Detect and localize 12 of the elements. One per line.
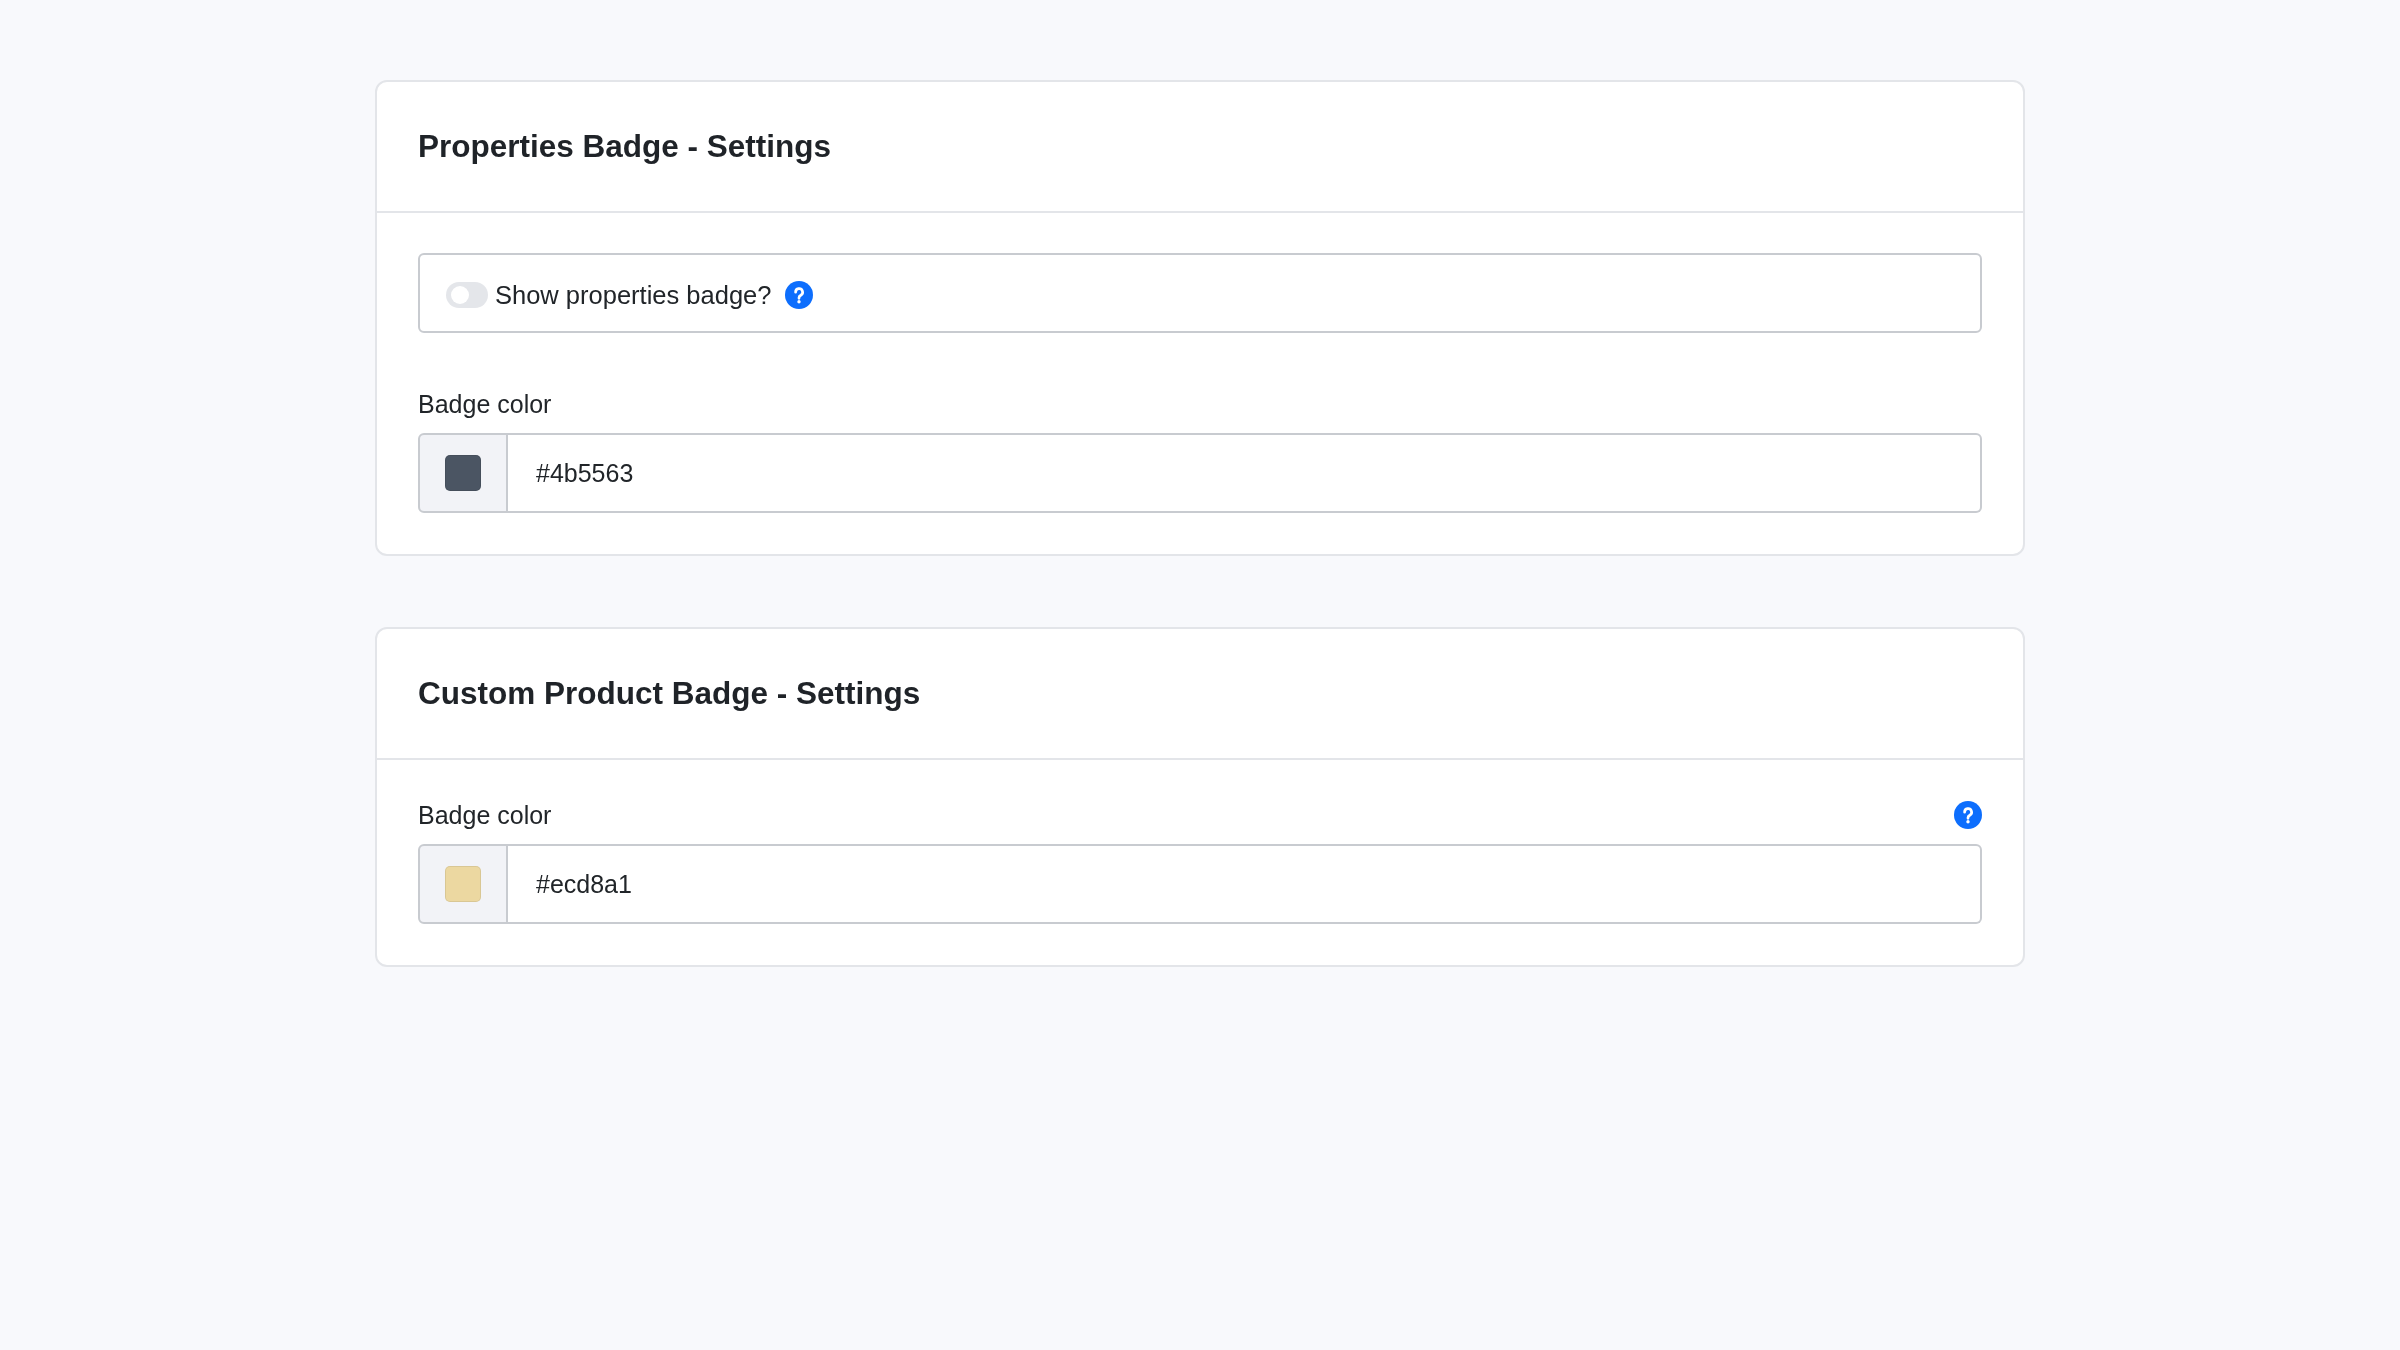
field-label: Badge color [418, 800, 552, 830]
toggle-switch[interactable] [446, 281, 488, 308]
card-title: Custom Product Badge - Settings [418, 674, 921, 713]
hex-input-field[interactable]: #4b5563 [508, 433, 1982, 513]
help-icon[interactable] [1954, 801, 1982, 829]
color-picker-button[interactable] [418, 844, 508, 924]
field-label: Badge color [418, 389, 552, 419]
help-icon[interactable] [785, 280, 814, 309]
toggle-label: Show properties badge? [495, 279, 772, 310]
hex-input-field[interactable]: #ecd8a1 [508, 844, 1982, 924]
card-title: Properties Badge - Settings [418, 127, 832, 166]
color-picker-button[interactable] [418, 433, 508, 513]
